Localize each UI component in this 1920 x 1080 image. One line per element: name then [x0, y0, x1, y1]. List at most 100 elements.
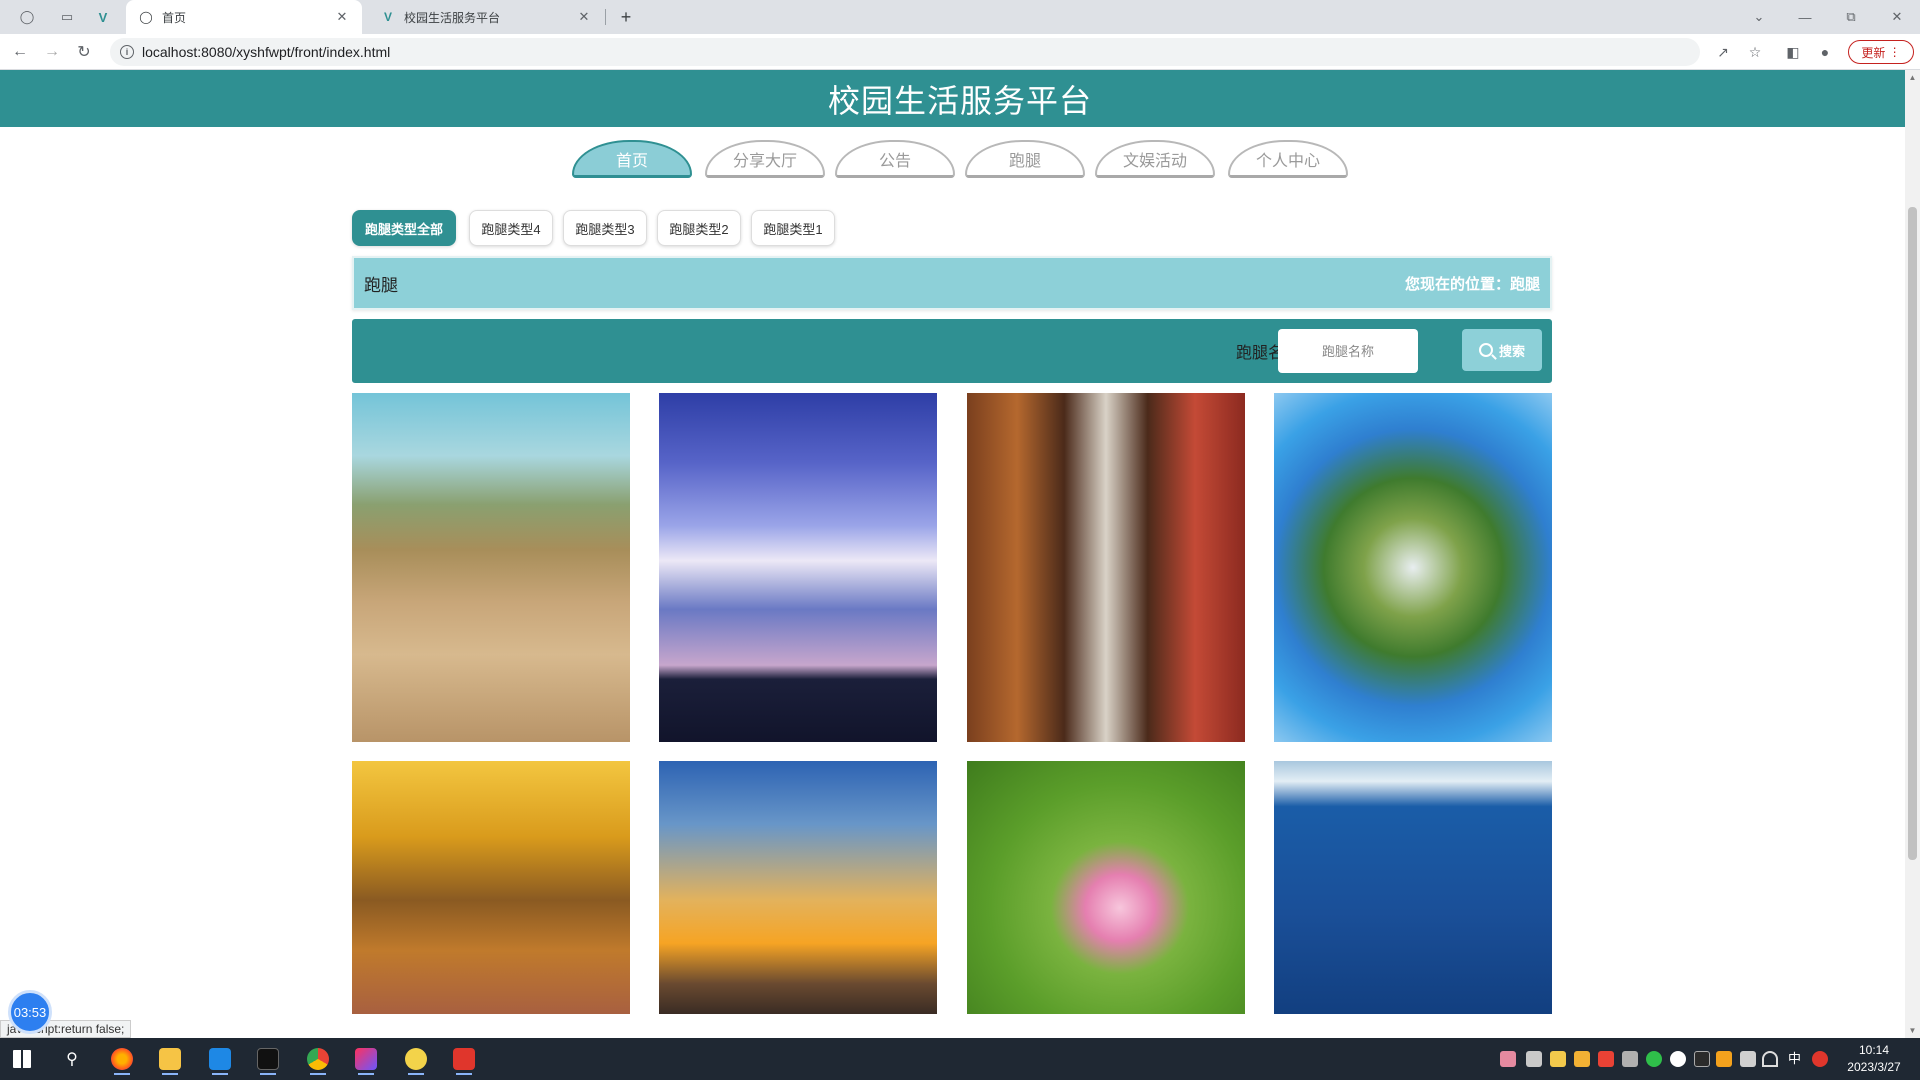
vscode-icon [209, 1048, 231, 1070]
search-input[interactable] [1278, 329, 1418, 373]
close-icon[interactable]: ✕ [576, 9, 592, 25]
tab-search-chevron-icon[interactable]: ⌄ [1736, 0, 1782, 34]
side-panel-icon[interactable]: ◧ [1782, 41, 1804, 63]
pinned-tab-blank-icon[interactable]: ▭ [54, 5, 80, 29]
site-title: 校园生活服务平台 [827, 82, 1092, 119]
filter-type-2[interactable]: 跑腿类型2 [657, 210, 741, 246]
scroll-thumb[interactable] [1908, 207, 1917, 860]
errand-card-image[interactable] [967, 761, 1245, 1014]
wps-icon [453, 1048, 475, 1070]
intellij-icon [355, 1048, 377, 1070]
restore-icon[interactable]: ⧉ [1828, 0, 1874, 34]
tray-app-icon[interactable] [1716, 1051, 1732, 1067]
taskbar-wps[interactable] [444, 1043, 484, 1075]
site-info-icon[interactable]: i [120, 45, 134, 59]
tray-usb-icon[interactable] [1740, 1051, 1756, 1067]
scroll-down-icon[interactable]: ▼ [1905, 1023, 1920, 1038]
search-icon [1478, 343, 1493, 357]
search-bar: 跑腿名称 搜索 [352, 319, 1552, 383]
address-bar[interactable]: i localhost:8080/xyshfwpt/front/index.ht… [110, 38, 1700, 66]
tab-divider [605, 9, 606, 25]
errand-card-image[interactable] [352, 761, 630, 1014]
nav-item-personal-center[interactable]: 个人中心 [1228, 140, 1348, 178]
taskbar-terminal[interactable] [248, 1043, 288, 1075]
errand-card-image[interactable] [659, 393, 937, 742]
tray-app-icon[interactable] [1670, 1051, 1686, 1067]
nav-item-activities[interactable]: 文娱活动 [1095, 140, 1215, 178]
bookmark-star-icon[interactable]: ☆ [1744, 41, 1766, 63]
filter-type-3[interactable]: 跑腿类型3 [563, 210, 647, 246]
taskbar-firefox[interactable] [102, 1043, 142, 1075]
filter-all[interactable]: 跑腿类型全部 [352, 210, 456, 246]
tab-home[interactable]: ◯ 首页 ✕ [126, 0, 362, 34]
firefox-icon [111, 1048, 133, 1070]
errand-card-image[interactable] [1274, 761, 1552, 1014]
pinned-tab-globe-icon[interactable]: ◯ [14, 5, 40, 29]
tab-label: 首页 [162, 10, 187, 25]
browser-toolbar: ← → ↻ i localhost:8080/xyshfwpt/front/in… [0, 34, 1920, 70]
nav-item-announcements[interactable]: 公告 [835, 140, 955, 178]
os-taskbar: ⚲ 中 10:14 2023/3/27 [0, 1038, 1920, 1080]
tab-platform[interactable]: V 校园生活服务平台 ✕ [368, 0, 604, 34]
taskbar-chrome[interactable] [298, 1043, 338, 1075]
update-button[interactable]: 更新 ⋮ [1848, 40, 1914, 64]
reload-icon[interactable]: ↻ [72, 40, 96, 64]
forward-arrow-icon[interactable]: → [40, 40, 64, 64]
wifi-icon[interactable] [1762, 1051, 1778, 1067]
tray-shield-icon[interactable] [1574, 1051, 1590, 1067]
current-location: 您现在的位置：跑腿 [1404, 275, 1540, 293]
tray-qq-icon[interactable] [1694, 1051, 1710, 1067]
windows-logo-icon [13, 1050, 31, 1068]
close-icon[interactable]: ✕ [334, 9, 350, 25]
terminal-icon [257, 1048, 279, 1070]
share-icon[interactable]: ↗ [1712, 41, 1734, 63]
page-viewport: 校园生活服务平台 首页 分享大厅 公告 跑腿 文娱活动 个人中心 跑腿类型全部 … [0, 70, 1920, 1038]
tray-app-icon[interactable] [1598, 1051, 1614, 1067]
update-label: 更新 [1861, 45, 1886, 60]
back-arrow-icon[interactable]: ← [8, 40, 32, 64]
errand-card-image[interactable] [967, 393, 1245, 742]
search-button-label: 搜索 [1498, 343, 1525, 359]
tray-app-icon[interactable] [1812, 1051, 1828, 1067]
nav-item-home[interactable]: 首页 [572, 140, 692, 178]
vue-icon: V [383, 10, 392, 24]
filter-type-1[interactable]: 跑腿类型1 [751, 210, 835, 246]
tray-app-icon[interactable] [1500, 1051, 1516, 1067]
new-tab-button[interactable]: + [614, 5, 638, 29]
page-scrollbar[interactable]: ▲ ▼ [1905, 70, 1920, 1038]
tray-app-icon[interactable] [1622, 1051, 1638, 1067]
main-nav: 首页 分享大厅 公告 跑腿 文娱活动 个人中心 [0, 140, 1920, 180]
ime-indicator[interactable]: 中 [1788, 1048, 1801, 1067]
chrome-icon [307, 1048, 329, 1070]
clock-time: 10:14 [1858, 1043, 1890, 1057]
tab-label: 校园生活服务平台 [404, 10, 501, 25]
url-text: localhost:8080/xyshfwpt/front/index.html [142, 44, 391, 60]
taskbar-intellij[interactable] [346, 1043, 386, 1075]
nav-item-share-hall[interactable]: 分享大厅 [705, 140, 825, 178]
tray-app-icon[interactable] [1550, 1051, 1566, 1067]
tray-app-icon[interactable] [1526, 1051, 1542, 1067]
taskbar-clock[interactable]: 10:14 2023/3/27 [1832, 1042, 1916, 1076]
clock-date: 2023/3/27 [1847, 1060, 1901, 1074]
taskbar-app-duck[interactable] [396, 1043, 436, 1075]
filter-type-4[interactable]: 跑腿类型4 [469, 210, 553, 246]
scroll-up-icon[interactable]: ▲ [1905, 70, 1920, 85]
breadcrumb: 跑腿 您现在的位置：跑腿 [352, 256, 1552, 310]
pinned-tab-vue-icon[interactable]: V [90, 5, 116, 29]
windows-start-icon[interactable] [2, 1043, 42, 1075]
search-icon[interactable]: ⚲ [52, 1043, 92, 1075]
tray-wechat-icon[interactable] [1646, 1051, 1662, 1067]
window-close-icon[interactable]: ✕ [1874, 0, 1920, 34]
nav-item-errands[interactable]: 跑腿 [965, 140, 1085, 178]
errand-card-image[interactable] [1274, 393, 1552, 742]
minimize-icon[interactable]: — [1782, 0, 1828, 34]
recording-timer[interactable]: 03:53 [8, 990, 52, 1034]
duck-app-icon [405, 1048, 427, 1070]
site-header: 校园生活服务平台 [0, 70, 1920, 127]
search-button[interactable]: 搜索 [1462, 329, 1542, 371]
taskbar-file-explorer[interactable] [150, 1043, 190, 1075]
taskbar-vscode[interactable] [200, 1043, 240, 1075]
errand-card-image[interactable] [352, 393, 630, 742]
errand-card-image[interactable] [659, 761, 937, 1014]
profile-avatar-icon[interactable]: ● [1814, 41, 1836, 63]
